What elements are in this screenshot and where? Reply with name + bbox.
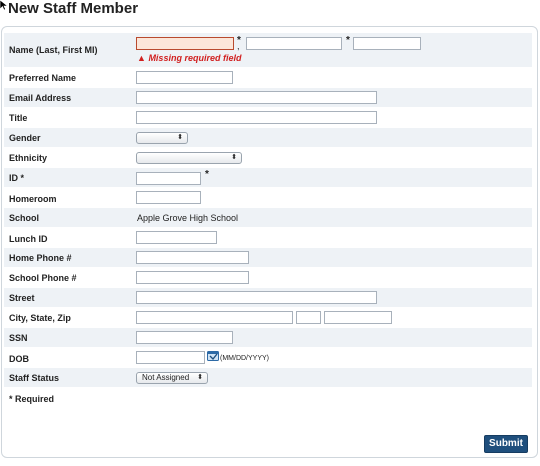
- ethnicity-select[interactable]: ⬍: [136, 152, 242, 164]
- middle-initial-field[interactable]: [353, 37, 421, 50]
- name-separator: ,: [237, 41, 240, 51]
- lunch-id-label: Lunch ID: [9, 234, 48, 244]
- street-field[interactable]: [136, 291, 377, 304]
- ssn-label: SSN: [9, 333, 28, 343]
- dob-field[interactable]: [136, 351, 205, 364]
- select-arrows-icon: ⬍: [231, 154, 237, 161]
- submit-button[interactable]: Submit: [484, 435, 528, 453]
- name-label: Name (Last, First MI): [9, 45, 98, 55]
- school-value: Apple Grove High School: [137, 213, 239, 223]
- title-row: Title: [4, 108, 532, 128]
- select-arrows-icon: ⬍: [197, 374, 203, 381]
- school-label: School: [9, 213, 40, 223]
- homeroom-field[interactable]: [136, 191, 201, 204]
- email-field[interactable]: [136, 91, 377, 104]
- id-label: ID *: [9, 173, 25, 183]
- dob-row: DOB (MM/DD/YYYY): [4, 348, 532, 368]
- dob-format-hint: (MM/DD/YYYY): [220, 355, 269, 362]
- gender-label: Gender: [9, 133, 41, 143]
- school-phone-field[interactable]: [136, 271, 249, 284]
- state-field[interactable]: [296, 311, 321, 324]
- id-required-mark: *: [205, 169, 209, 180]
- page-title: New Staff Member: [8, 0, 139, 17]
- street-row: Street: [4, 288, 532, 308]
- email-label: Email Address: [9, 93, 72, 103]
- title-label: Title: [9, 113, 28, 123]
- school-row: School Apple Grove High School: [4, 208, 532, 228]
- id-row: ID * *: [4, 168, 532, 188]
- preferred-name-field[interactable]: [136, 71, 233, 84]
- mouse-cursor-icon: [0, 0, 8, 10]
- error-text: Missing required field: [148, 53, 242, 63]
- home-phone-row: Home Phone #: [4, 248, 532, 268]
- staff-status-select[interactable]: Not Assigned ⬍: [136, 372, 208, 384]
- required-note: * Required: [9, 394, 55, 404]
- gender-select[interactable]: ⬍: [136, 132, 188, 144]
- ssn-field[interactable]: [136, 331, 233, 344]
- zip-field[interactable]: [324, 311, 392, 324]
- warning-icon: ▲: [137, 53, 146, 63]
- gender-row: Gender ⬍: [4, 128, 532, 148]
- city-field[interactable]: [136, 311, 293, 324]
- city-state-zip-row: City, State, Zip: [4, 308, 532, 328]
- homeroom-row: Homeroom: [4, 188, 532, 208]
- last-name-field[interactable]: [136, 37, 234, 50]
- school-phone-label: School Phone #: [9, 273, 77, 283]
- preferred-name-label: Preferred Name: [9, 73, 77, 83]
- first-name-required-mark: *: [346, 35, 350, 46]
- email-row: Email Address: [4, 88, 532, 108]
- first-name-field[interactable]: [246, 37, 342, 50]
- street-label: Street: [9, 293, 35, 303]
- name-row: Name (Last, First MI) * , * ▲ Missing re…: [4, 33, 532, 68]
- select-arrows-icon: ⬍: [177, 134, 183, 141]
- ethnicity-label: Ethnicity: [9, 153, 48, 163]
- staff-status-row: Staff Status Not Assigned ⬍: [4, 368, 532, 388]
- ssn-row: SSN: [4, 328, 532, 348]
- title-field[interactable]: [136, 111, 377, 124]
- name-error-message: ▲ Missing required field: [137, 53, 241, 63]
- city-state-zip-label: City, State, Zip: [9, 313, 71, 323]
- preferred-name-row: Preferred Name: [4, 68, 532, 88]
- lunch-id-row: Lunch ID: [4, 228, 532, 248]
- id-field[interactable]: [136, 172, 201, 185]
- school-phone-row: School Phone #: [4, 268, 532, 288]
- calendar-icon[interactable]: [207, 350, 219, 361]
- dob-label: DOB: [9, 354, 29, 364]
- staff-status-selected: Not Assigned: [142, 373, 190, 382]
- home-phone-label: Home Phone #: [9, 253, 72, 263]
- home-phone-field[interactable]: [136, 251, 249, 264]
- lunch-id-field[interactable]: [136, 231, 217, 244]
- homeroom-label: Homeroom: [9, 194, 57, 204]
- ethnicity-row: Ethnicity ⬍: [4, 148, 532, 168]
- staff-status-label: Staff Status: [9, 373, 60, 383]
